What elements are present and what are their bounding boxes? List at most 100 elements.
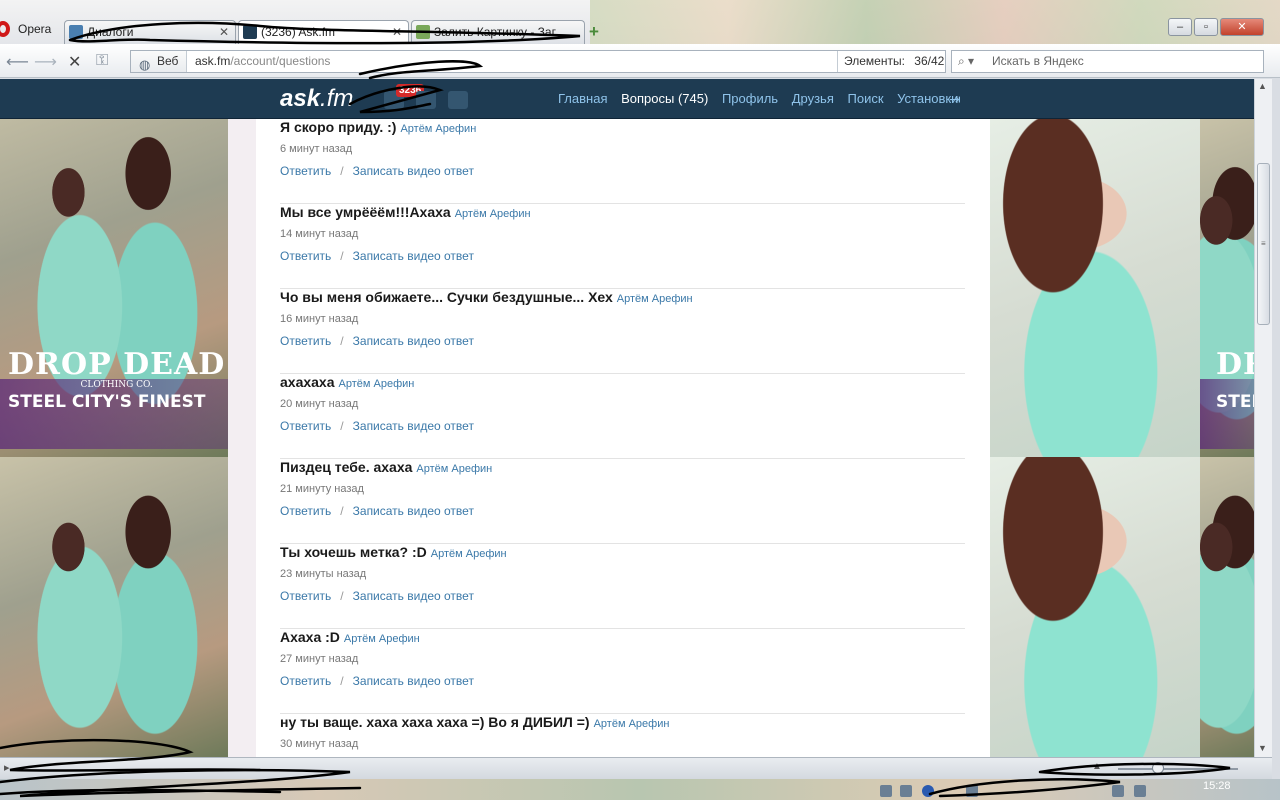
help-icon[interactable] bbox=[922, 785, 934, 797]
stop-loading-icon[interactable]: ✕ bbox=[68, 52, 81, 72]
question-item: Мы все умрёёём!!!Ахаха Артём Арефин 14 ми… bbox=[280, 204, 965, 289]
key-icon[interactable]: ⚿ bbox=[96, 52, 108, 70]
site-info-badge[interactable]: ◍ Веб bbox=[131, 51, 187, 72]
search-icon[interactable]: ⌕ ▾ bbox=[958, 51, 974, 72]
question-author-link[interactable]: Артём Арефин bbox=[400, 123, 476, 135]
panel-toggle-icon[interactable]: ▸ bbox=[4, 761, 10, 774]
action-separator: / bbox=[340, 164, 344, 178]
close-window-button[interactable]: ✕ bbox=[1220, 18, 1264, 36]
volume-icon[interactable] bbox=[1134, 785, 1146, 797]
reply-link[interactable]: Ответить bbox=[280, 419, 331, 433]
question-time: 30 минут назад bbox=[280, 738, 359, 750]
logout-icon[interactable]: ⇥ bbox=[949, 91, 961, 108]
question-time: 20 минут назад bbox=[280, 398, 359, 410]
reply-link[interactable]: Ответить bbox=[280, 504, 331, 518]
question-author-link[interactable]: Артём Арефин bbox=[431, 548, 507, 560]
video-reply-link[interactable]: Записать видео ответ bbox=[353, 164, 474, 178]
answers-icon[interactable] bbox=[448, 91, 468, 109]
question-author-link[interactable]: Артём Арефин bbox=[594, 718, 670, 730]
scheme-label: Веб bbox=[157, 54, 179, 68]
tab-dialogs[interactable]: Диалоги ✕ bbox=[64, 20, 236, 44]
question-actions: Ответить / Записать видео ответ bbox=[280, 334, 474, 348]
questions-list: Я скоро приду. :) Артём Арефин 6 минут на… bbox=[256, 79, 990, 757]
reply-link[interactable]: Ответить bbox=[280, 164, 331, 178]
url-text[interactable]: ask.fm/account/questions bbox=[195, 51, 330, 72]
video-reply-link[interactable]: Записать видео ответ bbox=[353, 504, 474, 518]
video-reply-link[interactable]: Записать видео ответ bbox=[353, 249, 474, 263]
question-text: Пиздец тебе. ахаха Артём Арефин bbox=[280, 459, 492, 475]
taskbar-clock: 15:28 bbox=[1203, 780, 1231, 792]
banner-slogan: STEE bbox=[1216, 392, 1254, 412]
drop-dead-banner: DROP DEAD CLOTHING CO. STEEL CITY'S FINE… bbox=[8, 347, 225, 412]
scroll-down-arrow-icon[interactable]: ▼ bbox=[1258, 743, 1267, 753]
question-time: 6 минут назад bbox=[280, 143, 353, 155]
nav-search[interactable]: Поиск bbox=[848, 91, 884, 106]
question-author-link[interactable]: Артём Арефин bbox=[339, 378, 415, 390]
zoom-slider[interactable] bbox=[1118, 768, 1238, 770]
question-time: 27 минут назад bbox=[280, 653, 359, 665]
question-text: Чо вы меня обижаете... Сучки бездушные..… bbox=[280, 289, 693, 305]
tray-app-icon[interactable] bbox=[880, 785, 892, 797]
tab-upload-image[interactable]: Залить Картинку - Заг... bbox=[411, 20, 585, 44]
question-item: ахахаха Артём Арефин 20 минут назад Ответ… bbox=[280, 374, 965, 459]
minimize-window-button[interactable]: – bbox=[1168, 18, 1192, 36]
question-item: Ахаха :D Артём Арефин 27 минут назад Отве… bbox=[280, 629, 965, 714]
nav-home[interactable]: Главная bbox=[558, 91, 607, 106]
action-separator: / bbox=[340, 334, 344, 348]
question-body: Ты хочешь метка? :D bbox=[280, 544, 427, 560]
question-author-link[interactable]: Артём Арефин bbox=[617, 293, 693, 305]
video-reply-link[interactable]: Записать видео ответ bbox=[353, 674, 474, 688]
askfm-logo[interactable]: ask.fm bbox=[280, 85, 353, 113]
close-tab-icon[interactable]: ✕ bbox=[219, 21, 229, 43]
nav-friends[interactable]: Друзья bbox=[792, 91, 834, 106]
reply-link[interactable]: Ответить bbox=[280, 674, 331, 688]
zoom-slider-knob[interactable] bbox=[1152, 762, 1164, 774]
forward-arrow-icon[interactable]: ⟶ bbox=[34, 52, 57, 72]
video-reply-link[interactable]: Записать видео ответ bbox=[353, 419, 474, 433]
page-scrollbar[interactable]: ▲ ≡ ▼ bbox=[1254, 79, 1272, 757]
zoom-out-icon[interactable]: ▲ bbox=[1092, 761, 1102, 772]
close-tab-icon[interactable]: ✕ bbox=[392, 21, 402, 43]
new-tab-plus-icon[interactable]: + bbox=[589, 22, 599, 42]
action-separator: / bbox=[340, 674, 344, 688]
maximize-window-button[interactable]: ▫ bbox=[1194, 18, 1218, 36]
browser-navigation-bar: ⟵ ⟶ ✕ ⚿ ◍ Веб ask.fm/account/questions Э… bbox=[0, 44, 1280, 78]
scrollbar-thumb[interactable]: ≡ bbox=[1257, 163, 1270, 325]
question-item: Чо вы меня обижаете... Сучки бездушные..… bbox=[280, 289, 965, 374]
askfm-favicon-icon bbox=[243, 25, 257, 39]
question-time: 21 минуту назад bbox=[280, 483, 364, 495]
video-reply-link[interactable]: Записать видео ответ bbox=[353, 589, 474, 603]
banner-brand: DROP DEAD bbox=[8, 347, 226, 382]
question-author-link[interactable]: Артём Арефин bbox=[344, 633, 420, 645]
askfm-header: ask.fm 3236 Главная Вопросы (745) Профил… bbox=[0, 79, 1254, 119]
elements-value: 36/42 bbox=[914, 54, 945, 68]
question-item: Пиздец тебе. ахаха Артём Арефин 21 минуту… bbox=[280, 459, 965, 544]
address-bar[interactable]: ◍ Веб ask.fm/account/questions Элементы:… bbox=[130, 50, 946, 73]
network-icon[interactable] bbox=[1112, 785, 1124, 797]
question-text: Мы все умрёёём!!!Ахаха Артём Арефин bbox=[280, 204, 531, 220]
question-time: 23 минуты назад bbox=[280, 568, 367, 580]
scroll-up-arrow-icon[interactable]: ▲ bbox=[1258, 81, 1267, 91]
nav-questions[interactable]: Вопросы (745) bbox=[621, 91, 708, 106]
language-indicator-icon[interactable] bbox=[966, 785, 978, 797]
question-actions: Ответить / Записать видео ответ bbox=[280, 589, 474, 603]
reply-link[interactable]: Ответить bbox=[280, 334, 331, 348]
nav-profile[interactable]: Профиль bbox=[722, 91, 778, 106]
search-input[interactable]: ⌕ ▾ Искать в Яндекс bbox=[951, 50, 1264, 73]
action-separator: / bbox=[340, 504, 344, 518]
video-reply-link[interactable]: Записать видео ответ bbox=[353, 334, 474, 348]
banner-brand: DR bbox=[1216, 347, 1254, 382]
opera-menu-button[interactable]: Opera bbox=[0, 18, 60, 40]
reply-link[interactable]: Ответить bbox=[280, 589, 331, 603]
question-author-link[interactable]: Артём Арефин bbox=[455, 208, 531, 220]
grip-icon: ≡ bbox=[1261, 239, 1266, 248]
reply-link[interactable]: Ответить bbox=[280, 249, 331, 263]
tray-app-icon[interactable] bbox=[900, 785, 912, 797]
question-author-link[interactable]: Артём Арефин bbox=[416, 463, 492, 475]
tab-askfm[interactable]: (3236) Ask.fm ✕ bbox=[238, 20, 409, 44]
question-actions: Ответить / Записать видео ответ bbox=[280, 249, 474, 263]
picture-icon bbox=[416, 25, 430, 39]
back-arrow-icon[interactable]: ⟵ bbox=[6, 52, 29, 72]
question-text: ну ты ваще. хаха хаха хаха =) Во я ДИБИЛ… bbox=[280, 714, 669, 730]
likes-icon[interactable] bbox=[416, 91, 436, 109]
